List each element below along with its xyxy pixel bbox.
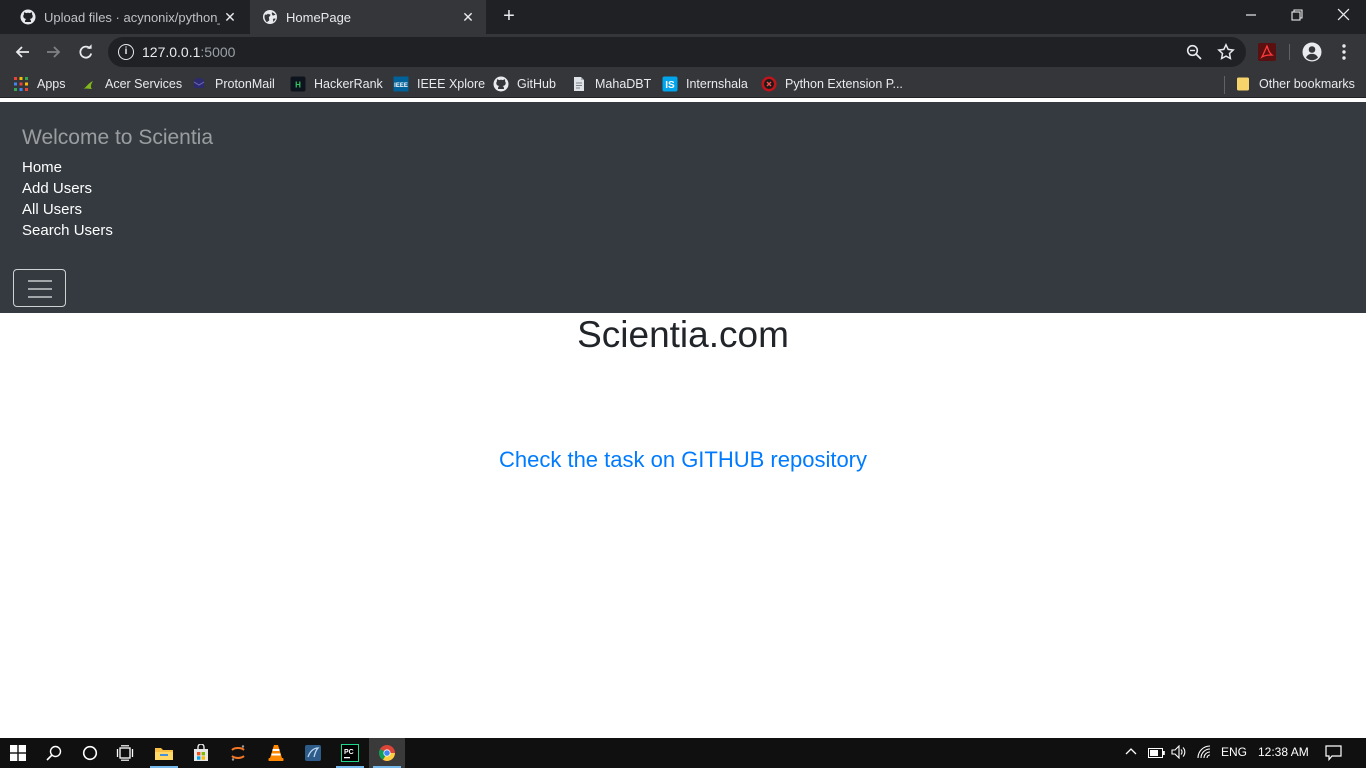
nav-link-search-users[interactable]: Search Users xyxy=(22,222,113,239)
browser-toolbar: i 127.0.0.1:5000 xyxy=(0,34,1366,70)
bookmark-ieee-xplore[interactable]: IEEE IEEE Xplore xyxy=(393,74,485,94)
forward-button[interactable] xyxy=(41,39,67,65)
show-hidden-icons-chevron-icon[interactable] xyxy=(1125,746,1137,761)
bookmark-label: Other bookmarks xyxy=(1259,77,1355,91)
hackerrank-icon: H xyxy=(290,76,306,92)
ieee-icon: IEEE xyxy=(393,76,409,92)
language-indicator[interactable]: ENG xyxy=(1221,745,1247,759)
svg-text:IS: IS xyxy=(665,80,675,91)
folder-icon xyxy=(1235,76,1251,92)
site-info-icon[interactable]: i xyxy=(118,44,134,60)
python-extension-icon xyxy=(761,76,777,92)
action-center-icon[interactable] xyxy=(1325,745,1342,764)
nav-link-all-users[interactable]: All Users xyxy=(22,201,82,218)
bookmark-mahadbt[interactable]: MahaDBT xyxy=(571,74,651,94)
page-title: Scientia.com xyxy=(577,314,789,355)
bookmark-label: Internshala xyxy=(686,77,748,91)
navbar-brand[interactable]: Welcome to Scientia xyxy=(22,126,213,150)
clock[interactable]: 12:38 AM xyxy=(1258,745,1309,759)
bookmark-hackerrank[interactable]: H HackerRank xyxy=(290,74,383,94)
hamburger-icon xyxy=(28,280,52,282)
svg-text:H: H xyxy=(295,81,301,90)
address-bar[interactable]: i 127.0.0.1:5000 xyxy=(108,37,1246,67)
close-tab-icon[interactable]: ✕ xyxy=(220,9,240,26)
search-icon[interactable] xyxy=(36,738,72,768)
jupyter-icon[interactable] xyxy=(220,738,256,768)
reload-button[interactable] xyxy=(73,39,99,65)
profile-avatar-icon[interactable] xyxy=(1302,42,1322,62)
bookmark-acer-services[interactable]: Acer Services xyxy=(81,74,182,94)
bookmarks-bar: Apps Acer Services ProtonMail H HackerRa… xyxy=(0,70,1366,98)
document-icon xyxy=(571,76,587,92)
bookmarks-divider xyxy=(1224,76,1225,94)
bookmark-protonmail[interactable]: ProtonMail xyxy=(191,74,275,94)
nav-link-home[interactable]: Home xyxy=(22,159,62,176)
adobe-acrobat-icon[interactable] xyxy=(1257,42,1277,62)
protonmail-icon xyxy=(191,76,207,92)
tab-upload-files[interactable]: Upload files · acynonix/python_fl ✕ xyxy=(8,0,248,34)
hamburger-icon xyxy=(28,296,52,298)
bookmark-other-bookmarks[interactable]: Other bookmarks xyxy=(1235,74,1355,94)
wifi-icon[interactable] xyxy=(1197,745,1213,762)
start-button[interactable] xyxy=(0,738,36,768)
browser-menu-icon[interactable] xyxy=(1336,42,1356,62)
cortana-icon[interactable] xyxy=(72,738,108,768)
new-tab-button[interactable]: + xyxy=(498,6,520,28)
tab-homepage[interactable]: HomePage ✕ xyxy=(250,0,486,34)
globe-icon xyxy=(262,9,278,25)
battery-icon[interactable] xyxy=(1148,747,1165,761)
github-repository-link-text[interactable]: Check the task on GITHUB repository xyxy=(499,447,867,472)
bookmark-internshala[interactable]: IS Internshala xyxy=(662,74,748,94)
nav-link-add-users[interactable]: Add Users xyxy=(22,180,92,197)
file-explorer-icon[interactable] xyxy=(146,738,182,768)
close-window-button[interactable] xyxy=(1320,4,1366,30)
tab-title: HomePage xyxy=(286,9,352,25)
bookmark-label: Apps xyxy=(37,77,66,91)
navbar-toggler-button[interactable] xyxy=(13,269,66,307)
microsoft-store-icon[interactable] xyxy=(183,738,219,768)
hamburger-icon xyxy=(28,288,52,290)
bookmark-apps[interactable]: Apps xyxy=(13,74,66,94)
toolbar-divider xyxy=(1289,44,1290,60)
internshala-icon: IS xyxy=(662,76,678,92)
bookmark-label: MahaDBT xyxy=(595,77,652,91)
bookmark-label: HackerRank xyxy=(314,77,383,91)
bookmark-label: ProtonMail xyxy=(215,77,275,91)
github-repository-link: Check the task on GITHUB repository xyxy=(0,447,1366,473)
windows-taskbar: PC ENG 12:38 AM xyxy=(0,738,1366,768)
minimize-button[interactable] xyxy=(1228,4,1274,30)
bookmark-label: GitHub xyxy=(517,77,556,91)
volume-icon[interactable] xyxy=(1171,744,1187,762)
pycharm-icon[interactable]: PC xyxy=(332,738,368,768)
svg-text:IEEE: IEEE xyxy=(394,83,408,89)
vlc-icon[interactable] xyxy=(258,738,294,768)
bookmark-label: IEEE Xplore xyxy=(417,77,486,91)
bookmark-label: Acer Services xyxy=(105,77,183,91)
github-icon xyxy=(493,76,509,92)
site-navbar: Welcome to Scientia Home Add Users All U… xyxy=(0,102,1366,313)
task-view-icon[interactable] xyxy=(107,738,143,768)
bookmark-star-icon[interactable] xyxy=(1217,43,1235,61)
acer-icon xyxy=(81,76,97,92)
mysql-workbench-icon[interactable] xyxy=(295,738,331,768)
back-button[interactable] xyxy=(9,39,35,65)
close-tab-icon[interactable]: ✕ xyxy=(458,9,478,26)
chrome-icon[interactable] xyxy=(369,738,405,768)
restore-button[interactable] xyxy=(1274,4,1320,30)
zoom-icon[interactable] xyxy=(1185,43,1203,61)
tab-title: Upload files · acynonix/python_fl xyxy=(44,9,220,25)
bookmark-python-extension[interactable]: Python Extension P... xyxy=(761,74,903,94)
browser-tab-strip: Upload files · acynonix/python_fl ✕ Home… xyxy=(0,0,1366,34)
svg-text:PC: PC xyxy=(344,749,354,756)
apps-grid-icon xyxy=(13,76,29,92)
github-icon xyxy=(20,9,36,25)
bookmark-label: Python Extension P... xyxy=(785,77,903,91)
bookmark-github[interactable]: GitHub xyxy=(493,74,556,94)
url-text[interactable]: 127.0.0.1:5000 xyxy=(142,44,235,60)
